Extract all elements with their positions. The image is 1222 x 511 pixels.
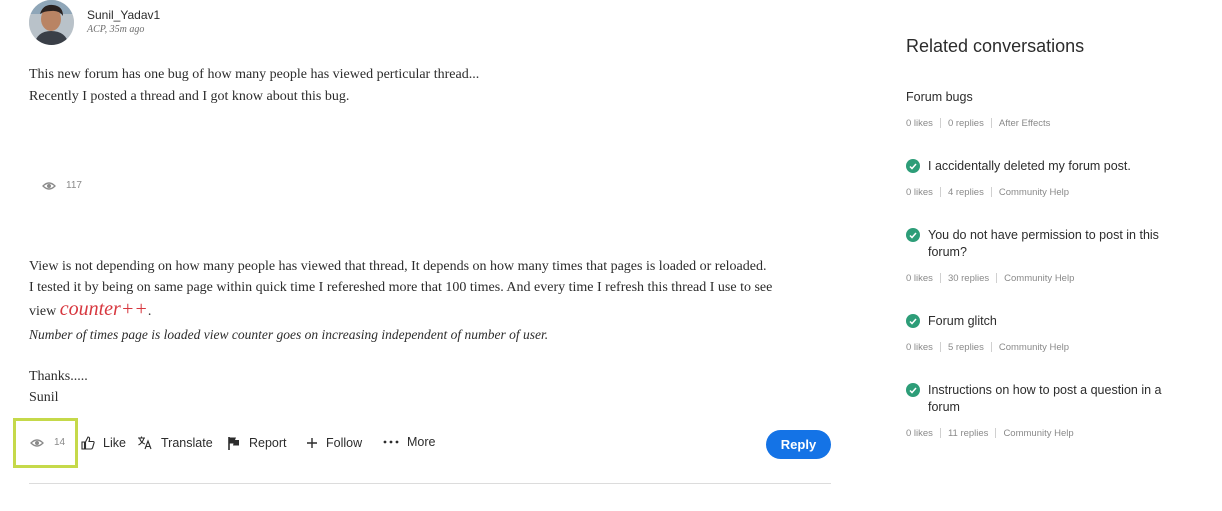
post-text-line-counter: view counter++. [29, 298, 151, 321]
replies-count: 11 replies [947, 428, 989, 439]
replies-count: 30 replies [947, 273, 990, 284]
divider [29, 483, 831, 484]
likes-count: 0 likes [906, 187, 933, 198]
more-button[interactable]: More [383, 435, 435, 449]
more-icon [383, 440, 399, 444]
resolved-check-icon [906, 228, 920, 242]
follow-button[interactable]: Follow [306, 436, 362, 450]
replies-count: 4 replies [947, 187, 984, 198]
report-label: Report [249, 436, 287, 450]
author-name[interactable]: Sunil_Yadav1 [87, 8, 160, 22]
related-item[interactable]: Instructions on how to post a question i… [906, 382, 1176, 439]
related-item-meta: 0 likes 0 replies After Effects [906, 118, 1176, 129]
eye-icon [42, 181, 56, 190]
separator [990, 118, 992, 128]
forum-name[interactable]: After Effects [999, 118, 1051, 129]
forum-post: Sunil_Yadav1 ACP, 35m ago This new forum… [0, 0, 860, 511]
forum-name[interactable]: Community Help [1004, 273, 1074, 284]
replies-count: 0 replies [947, 118, 984, 129]
like-label: Like [103, 436, 126, 450]
likes-count: 0 likes [906, 118, 933, 129]
separator [939, 187, 941, 197]
related-item-title[interactable]: You do not have permission to post in th… [906, 227, 1176, 261]
related-item-meta: 0 likes 4 replies Community Help [906, 187, 1176, 198]
report-button[interactable]: Report [227, 436, 287, 450]
separator [990, 187, 992, 197]
related-item[interactable]: Forum bugs 0 likes 0 replies After Effec… [906, 89, 1176, 129]
related-item-meta: 0 likes 30 replies Community Help [906, 273, 1176, 284]
related-item-title[interactable]: Forum glitch [906, 313, 1176, 330]
avatar[interactable] [29, 0, 74, 45]
translate-button[interactable]: Translate [137, 436, 213, 450]
resolved-check-icon [906, 314, 920, 328]
separator [990, 342, 992, 352]
follow-label: Follow [326, 436, 363, 450]
post-text-line: This new forum has one bug of how many p… [29, 67, 480, 82]
related-item[interactable]: Forum glitch 0 likes 5 replies Community… [906, 313, 1176, 353]
reply-button[interactable]: Reply [766, 430, 831, 459]
view-count: 14 [30, 437, 65, 448]
likes-count: 0 likes [906, 273, 933, 284]
post-text-line: View is not depending on how many people… [29, 259, 767, 274]
like-button[interactable]: Like [81, 436, 126, 450]
separator [939, 118, 941, 128]
replies-count: 5 replies [947, 342, 984, 353]
embedded-view-number: 117 [66, 180, 82, 191]
more-label: More [407, 435, 436, 449]
separator [996, 273, 998, 283]
eye-icon [30, 438, 44, 447]
closing-thanks: Thanks..... [29, 369, 88, 384]
separator [995, 428, 997, 438]
plus-icon [307, 438, 317, 448]
thumbs-up-icon [81, 436, 95, 450]
related-item[interactable]: I accidentally deleted my forum post. 0 … [906, 158, 1176, 198]
related-item-title-text[interactable]: Forum bugs [906, 89, 973, 106]
related-item[interactable]: You do not have permission to post in th… [906, 227, 1176, 284]
separator [939, 342, 941, 352]
related-item-title-text[interactable]: You do not have permission to post in th… [928, 227, 1176, 261]
related-item-title[interactable]: I accidentally deleted my forum post. [906, 158, 1176, 175]
flag-icon [228, 437, 239, 450]
forum-name[interactable]: Community Help [1003, 428, 1073, 439]
counter-text: counter++ [59, 298, 148, 320]
embedded-view-count: 117 [42, 180, 82, 191]
translate-icon [138, 436, 152, 450]
period: . [147, 304, 152, 319]
resolved-check-icon [906, 383, 920, 397]
related-conversations: Related conversations Forum bugs 0 likes… [906, 0, 1196, 511]
related-item-title-text[interactable]: I accidentally deleted my forum post. [928, 158, 1131, 175]
related-title: Related conversations [906, 36, 1085, 56]
related-item-title[interactable]: Instructions on how to post a question i… [906, 382, 1176, 416]
related-item-title-text[interactable]: Forum glitch [928, 313, 997, 330]
related-item-title-text[interactable]: Instructions on how to post a question i… [928, 382, 1176, 416]
post-text-line: Recently I posted a thread and I got kno… [29, 89, 350, 104]
view-number: 14 [54, 437, 66, 448]
likes-count: 0 likes [906, 342, 933, 353]
post-note: Number of times page is loaded view coun… [29, 327, 549, 342]
author-meta: ACP, 35m ago [87, 24, 145, 35]
post-text-line: I tested it by being on same page within… [29, 280, 773, 295]
closing-signature: Sunil [29, 390, 59, 405]
forum-name[interactable]: Community Help [999, 187, 1069, 198]
separator [939, 428, 941, 438]
resolved-check-icon [906, 159, 920, 173]
forum-name[interactable]: Community Help [999, 342, 1069, 353]
related-item-meta: 0 likes 5 replies Community Help [906, 342, 1176, 353]
related-item-meta: 0 likes 11 replies Community Help [906, 428, 1176, 439]
related-item-title[interactable]: Forum bugs [906, 89, 1176, 106]
separator [939, 273, 941, 283]
translate-label: Translate [161, 436, 213, 450]
view-word: view [29, 304, 57, 319]
likes-count: 0 likes [906, 428, 933, 439]
